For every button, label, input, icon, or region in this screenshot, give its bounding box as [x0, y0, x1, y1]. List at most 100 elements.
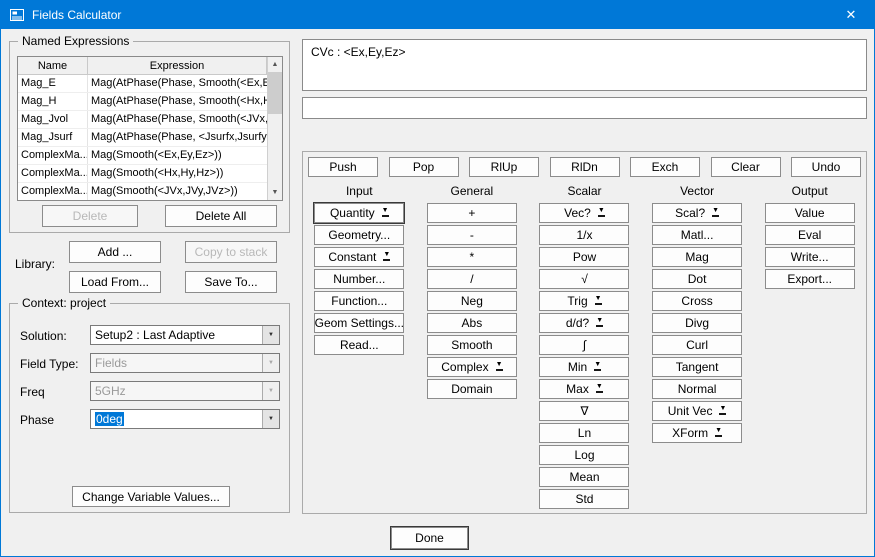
- calc-button-divide[interactable]: /: [427, 269, 517, 289]
- calc-button-geom-settings[interactable]: Geom Settings...: [314, 313, 404, 333]
- calc-button-std[interactable]: Std: [539, 489, 629, 509]
- calc-button-unit-vec[interactable]: Unit Vec▼: [652, 401, 742, 421]
- pop-button[interactable]: Pop: [389, 157, 459, 177]
- calc-button-dot[interactable]: Dot: [652, 269, 742, 289]
- calc-button-curl[interactable]: Curl: [652, 335, 742, 355]
- column-header-general: General: [451, 183, 494, 199]
- calc-button-abs[interactable]: Abs: [427, 313, 517, 333]
- change-variable-values-button[interactable]: Change Variable Values...: [72, 486, 230, 507]
- calc-button-tangent[interactable]: Tangent: [652, 357, 742, 377]
- calc-button-geometry[interactable]: Geometry...: [314, 225, 404, 245]
- save-to-button[interactable]: Save To...: [185, 271, 277, 293]
- column-header-name[interactable]: Name: [18, 57, 88, 74]
- calc-button-function[interactable]: Function...: [314, 291, 404, 311]
- exch-button[interactable]: Exch: [630, 157, 700, 177]
- calc-button-complex[interactable]: Complex▼: [427, 357, 517, 377]
- chevron-down-icon[interactable]: ▼: [262, 410, 279, 428]
- rlup-button[interactable]: RlUp: [469, 157, 539, 177]
- calc-button-mag[interactable]: Mag: [652, 247, 742, 267]
- scroll-thumb[interactable]: [268, 72, 282, 114]
- window-title: Fields Calculator: [32, 8, 121, 22]
- table-scrollbar[interactable]: ▲ ▼: [267, 57, 282, 200]
- context-group-label: Context: project: [18, 296, 110, 310]
- calc-button-value[interactable]: Value: [765, 203, 855, 223]
- phase-combobox[interactable]: 0deg ▼: [90, 409, 280, 429]
- calc-button-vec[interactable]: Vec?▼: [539, 203, 629, 223]
- stack-top-line[interactable]: CVc : <Ex,Ey,Ez>: [311, 45, 858, 59]
- table-row[interactable]: Mag_EMag(AtPhase(Phase, Smooth(<Ex,E...: [18, 75, 267, 93]
- table-row[interactable]: Mag_JvolMag(AtPhase(Phase, Smooth(<JVx,J…: [18, 111, 267, 129]
- copy-to-stack-button[interactable]: Copy to stack: [185, 241, 277, 263]
- calc-button-neg[interactable]: Neg: [427, 291, 517, 311]
- library-add-button[interactable]: Add ...: [69, 241, 161, 263]
- stack-display[interactable]: CVc : <Ex,Ey,Ez>: [302, 39, 867, 91]
- calc-button-derivative[interactable]: d/d?▼: [539, 313, 629, 333]
- push-button[interactable]: Push: [308, 157, 378, 177]
- rldn-button[interactable]: RlDn: [550, 157, 620, 177]
- calc-button-min[interactable]: Min▼: [539, 357, 629, 377]
- calc-button-cross[interactable]: Cross: [652, 291, 742, 311]
- table-row[interactable]: ComplexMa...Mag(Smooth(<Ex,Ey,Ez>)): [18, 147, 267, 165]
- calc-button-trig[interactable]: Trig▼: [539, 291, 629, 311]
- calc-button-multiply[interactable]: *: [427, 247, 517, 267]
- undo-button[interactable]: Undo: [791, 157, 861, 177]
- button-label: Geometry...: [328, 228, 390, 242]
- stack-entry-box[interactable]: [302, 97, 867, 119]
- button-label: Curl: [686, 338, 708, 352]
- calc-button-quantity[interactable]: Quantity▼: [314, 203, 404, 223]
- column-header-expression[interactable]: Expression: [88, 57, 267, 74]
- button-label: ∫: [583, 338, 586, 352]
- calc-button-minus[interactable]: -: [427, 225, 517, 245]
- calc-button-xform[interactable]: XForm▼: [652, 423, 742, 443]
- calc-button-sqrt[interactable]: √: [539, 269, 629, 289]
- solution-dropdown[interactable]: Setup2 : Last Adaptive ▼: [90, 325, 280, 345]
- delete-button[interactable]: Delete: [42, 205, 138, 227]
- scroll-down-icon[interactable]: ▼: [268, 185, 282, 200]
- table-row[interactable]: ComplexMa...Mag(Smooth(<JVx,JVy,JVz>)): [18, 183, 267, 200]
- button-label: Smooth: [451, 338, 492, 352]
- calc-button-smooth[interactable]: Smooth: [427, 335, 517, 355]
- calculator-panel: PushPopRlUpRlDnExchClearUndo InputQuanti…: [302, 151, 867, 514]
- button-label: Log: [574, 448, 594, 462]
- scroll-up-icon[interactable]: ▲: [268, 57, 282, 72]
- table-row[interactable]: Mag_HMag(AtPhase(Phase, Smooth(<Hx,H...: [18, 93, 267, 111]
- table-row[interactable]: ComplexMa...Mag(Smooth(<Hx,Hy,Hz>)): [18, 165, 267, 183]
- button-label: Read...: [340, 338, 379, 352]
- calc-button-one-over-x[interactable]: 1/x: [539, 225, 629, 245]
- cell-name: Mag_Jvol: [18, 111, 88, 128]
- close-button[interactable]: ✕: [828, 1, 874, 29]
- calc-button-log[interactable]: Log: [539, 445, 629, 465]
- button-label: Divg: [685, 316, 709, 330]
- calc-button-integral[interactable]: ∫: [539, 335, 629, 355]
- phase-input[interactable]: 0deg: [91, 412, 262, 426]
- calc-button-ln[interactable]: Ln: [539, 423, 629, 443]
- calc-button-eval[interactable]: Eval: [765, 225, 855, 245]
- calc-button-export[interactable]: Export...: [765, 269, 855, 289]
- calc-button-plus[interactable]: +: [427, 203, 517, 223]
- calc-button-constant[interactable]: Constant▼: [314, 247, 404, 267]
- freq-value: 5GHz: [91, 384, 262, 398]
- scroll-track[interactable]: [268, 114, 282, 185]
- calc-button-normal[interactable]: Normal: [652, 379, 742, 399]
- button-label: Function...: [331, 294, 387, 308]
- clear-button[interactable]: Clear: [711, 157, 781, 177]
- calc-button-mean[interactable]: Mean: [539, 467, 629, 487]
- calc-button-domain[interactable]: Domain: [427, 379, 517, 399]
- delete-all-button[interactable]: Delete All: [165, 205, 277, 227]
- load-from-button[interactable]: Load From...: [69, 271, 161, 293]
- calc-button-matl[interactable]: Matl...: [652, 225, 742, 245]
- done-button[interactable]: Done: [391, 527, 468, 549]
- calc-button-divg[interactable]: Divg: [652, 313, 742, 333]
- calc-button-scal[interactable]: Scal?▼: [652, 203, 742, 223]
- table-row[interactable]: Mag_JsurfMag(AtPhase(Phase, <Jsurfx,Jsur…: [18, 129, 267, 147]
- calc-column-scalar: ScalarVec?▼1/xPow√Trig▼d/d?▼∫Min▼Max▼∇Ln…: [528, 183, 641, 511]
- button-label: Cross: [681, 294, 712, 308]
- calc-button-write[interactable]: Write...: [765, 247, 855, 267]
- calc-button-read[interactable]: Read...: [314, 335, 404, 355]
- calc-button-number[interactable]: Number...: [314, 269, 404, 289]
- button-label: Normal: [678, 382, 717, 396]
- calc-button-max[interactable]: Max▼: [539, 379, 629, 399]
- chevron-down-icon[interactable]: ▼: [262, 326, 279, 344]
- calc-button-pow[interactable]: Pow: [539, 247, 629, 267]
- calc-button-nabla[interactable]: ∇: [539, 401, 629, 421]
